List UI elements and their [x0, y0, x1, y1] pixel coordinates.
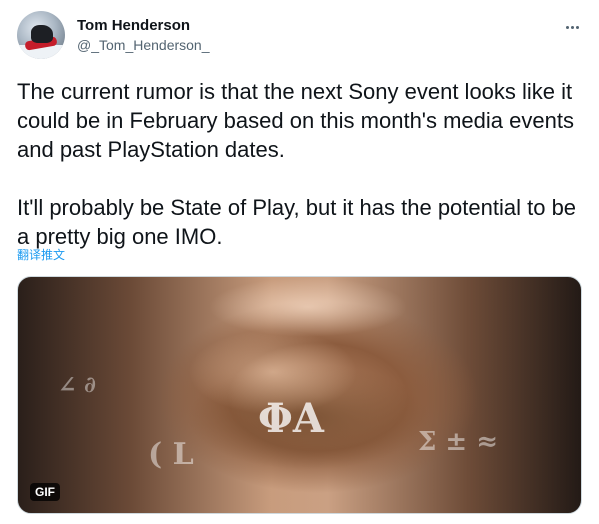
avatar[interactable] — [17, 11, 65, 59]
translate-link[interactable]: 翻译推文 — [17, 247, 65, 263]
more-dot — [570, 25, 574, 29]
overlay-symbol: ( L — [148, 437, 194, 472]
gif-media[interactable]: ΦA ∠ ∂ Σ ± ≈ ( L GIF — [17, 276, 582, 514]
overlay-symbol: ΦA — [258, 395, 324, 442]
media-glow — [208, 277, 408, 337]
overlay-symbol: ∠ ∂ — [58, 372, 96, 398]
author-handle[interactable]: @_Tom_Henderson_ — [77, 36, 210, 54]
more-dot — [565, 25, 569, 29]
overlay-symbol: Σ ± ≈ — [418, 427, 499, 457]
more-dot — [575, 25, 579, 29]
author-display-name[interactable]: Tom Henderson — [77, 16, 210, 36]
tweet-header: Tom Henderson @_Tom_Henderson_ — [17, 11, 582, 61]
tweet-text: The current rumor is that the next Sony … — [17, 79, 577, 249]
gif-badge: GIF — [30, 483, 60, 501]
author-names: Tom Henderson @_Tom_Henderson_ — [77, 16, 210, 54]
more-horizontal-icon[interactable] — [562, 17, 582, 37]
avatar-rider — [31, 25, 53, 43]
tweet-card: Tom Henderson @_Tom_Henderson_ The curre… — [0, 0, 599, 524]
